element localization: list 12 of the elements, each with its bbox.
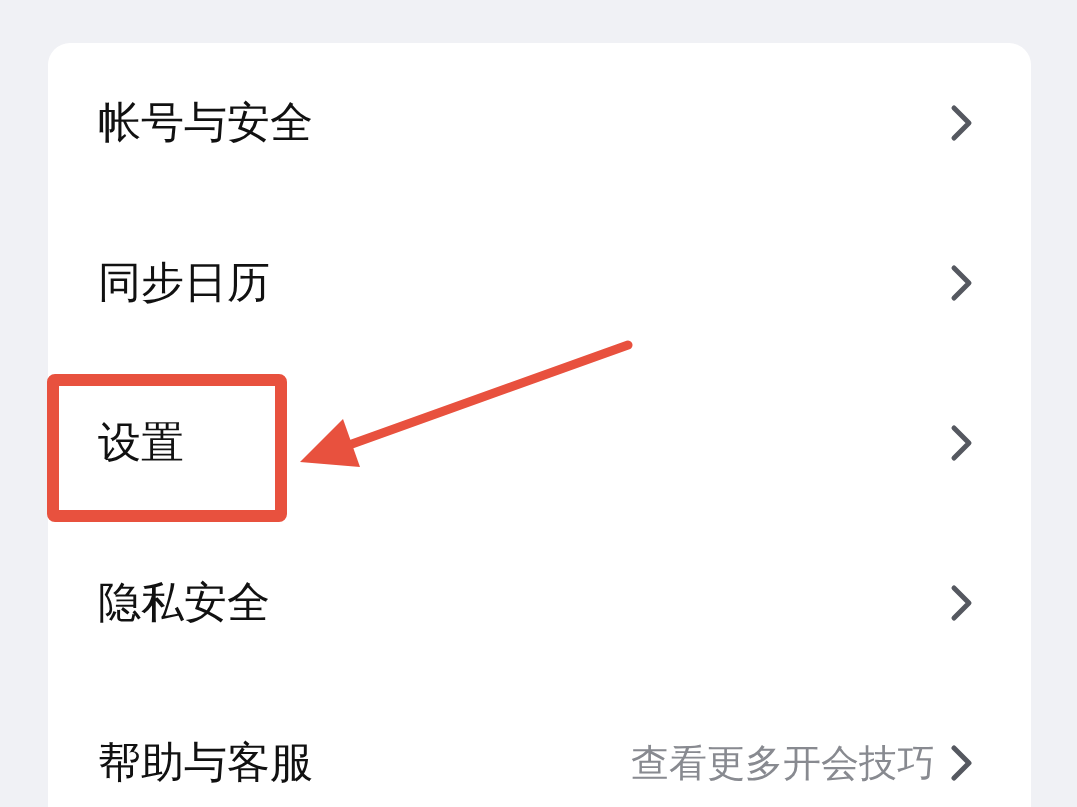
menu-item[interactable]: 同步日历	[48, 203, 1031, 363]
menu-item-label: 同步日历	[98, 256, 270, 309]
menu-item[interactable]: 设置	[48, 363, 1031, 523]
menu-item-label: 帮助与客服	[98, 736, 313, 789]
menu-item[interactable]: 帐号与安全	[48, 43, 1031, 203]
menu-item[interactable]: 帮助与客服 查看更多开会技巧	[48, 683, 1031, 807]
chevron-right-icon	[949, 744, 975, 782]
menu-item-label: 帐号与安全	[98, 96, 313, 149]
menu-item-label: 设置	[98, 416, 184, 469]
menu-item-hint: 查看更多开会技巧	[631, 739, 935, 787]
menu-item[interactable]: 隐私安全	[48, 523, 1031, 683]
menu-item-label: 隐私安全	[98, 576, 270, 629]
